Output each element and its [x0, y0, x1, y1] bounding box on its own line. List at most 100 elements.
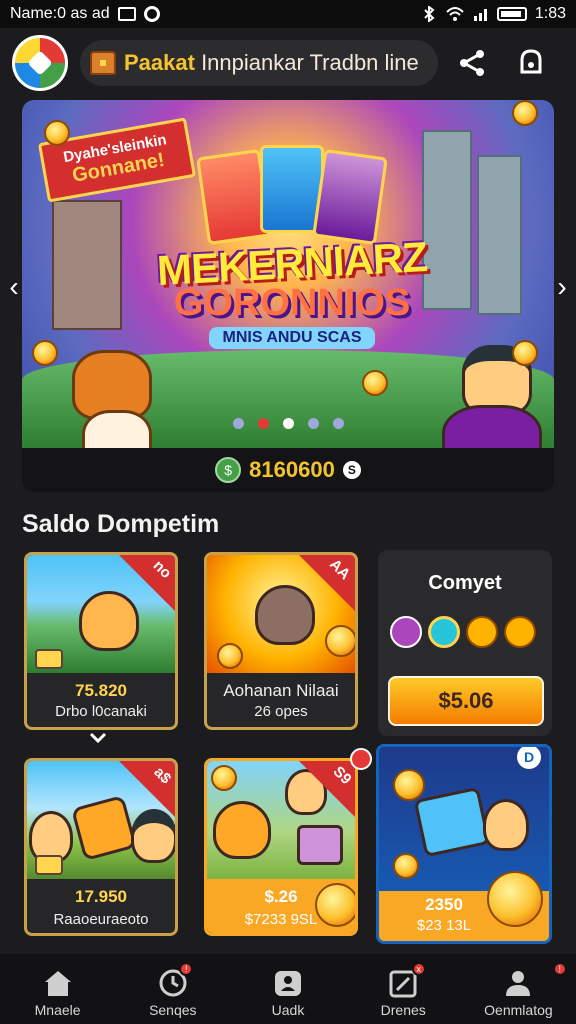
coin-icon: [512, 340, 538, 366]
nav-label: Mnaele: [34, 1002, 81, 1018]
banner-headline: MEKERNIARZ GORONNIOS MNIS ANDU SCAS: [152, 233, 432, 349]
coin-icon: [512, 100, 538, 126]
headline-line3: MNIS ANDU SCAS: [208, 327, 376, 349]
promo-panel: Comyet $5.06: [378, 550, 552, 736]
heart-gift-icon: [390, 616, 422, 648]
card-notification-badge: [350, 748, 372, 770]
card-character: [213, 801, 271, 859]
game-card[interactable]: AA Aohanan Nilaai 26 opes: [204, 552, 358, 730]
app-title-rest: Innpiankar Tradbn line: [194, 50, 419, 75]
card-character: [131, 809, 175, 863]
treasure-chest-icon: [90, 51, 116, 75]
wifi-icon: [446, 7, 464, 21]
card-artwork: S9: [207, 761, 355, 879]
coin-icon: [32, 340, 58, 366]
coin-icon: [217, 643, 243, 669]
nav-label: Uadk: [271, 1002, 305, 1018]
card-badge-icon: [35, 649, 63, 669]
game-card[interactable]: a$ 17.950 Raaoeuraeoto: [24, 758, 178, 936]
nav-item-profile-card[interactable]: Uadk: [230, 954, 345, 1024]
nav-label: Oenmlatog: [484, 1002, 553, 1018]
banner-next-arrow[interactable]: ›: [552, 270, 572, 304]
notification-button[interactable]: [508, 40, 554, 86]
nav-item-account[interactable]: ! Oenmlatog: [461, 954, 576, 1024]
banner-cards: [196, 145, 388, 246]
balance-value: 8160600: [249, 457, 335, 482]
coin-icon: [393, 769, 425, 801]
card-corner-text: a$: [150, 763, 175, 788]
laptop-icon: [413, 786, 491, 858]
share-icon: [460, 50, 484, 76]
balance-row: $ 8160600 S: [22, 448, 554, 492]
dollar-coin-icon: $: [215, 457, 242, 483]
card-corner-text: no: [149, 557, 175, 582]
image-notification-icon: [117, 7, 136, 21]
carousel-dot[interactable]: [332, 418, 344, 429]
section-title: Saldo Dompetim: [22, 510, 220, 538]
coin-icon: [325, 625, 355, 657]
card-corner-tag: a$: [119, 761, 175, 817]
carousel-dot[interactable]: [257, 418, 269, 429]
card-corner-text: AA: [326, 555, 354, 584]
app-screen: Name:0 as ad 1:83 Paakat Innpiankar Trad…: [0, 0, 576, 1024]
game-card[interactable]: no 75.820 Drbo l0canaki: [24, 552, 178, 730]
game-card[interactable]: 2350 $23 13L D: [376, 744, 552, 944]
status-text: Name:0 as ad: [10, 5, 110, 22]
card-price: 17.950: [75, 887, 127, 906]
fox-character-body: [82, 410, 152, 448]
banner-artwork: Dyahe'sleinkin Gonnane! MEKERNIARZ GORON…: [22, 100, 554, 448]
card-artwork: AA: [207, 555, 355, 673]
chevron-down-icon[interactable]: [88, 728, 108, 748]
carousel-dot-active[interactable]: [282, 418, 294, 429]
card-price: 75.820: [75, 681, 127, 700]
check-badge-icon: [428, 616, 460, 648]
app-title: Paakat Innpiankar Tradbn line: [124, 50, 419, 76]
promo-title: Comyet: [428, 572, 502, 594]
banner-card: [312, 148, 388, 246]
info-badge-icon[interactable]: D: [517, 747, 541, 769]
nav-badge: x: [411, 962, 426, 976]
banner-prev-arrow[interactable]: ‹: [4, 270, 24, 304]
promo-buy-button[interactable]: $5.06: [388, 676, 544, 726]
coin-icon: [315, 883, 355, 927]
battery-icon: [496, 7, 527, 21]
title-bar[interactable]: Paakat Innpiankar Tradbn line: [80, 40, 438, 86]
card-artwork: a$: [27, 761, 175, 879]
coin-icon: [362, 370, 388, 396]
card-badge-icon: [35, 855, 63, 875]
currency-coin-icon: S: [342, 461, 361, 479]
game-card[interactable]: S9 $.26 $7233 9SL: [204, 758, 358, 936]
carousel-dot[interactable]: [307, 418, 319, 429]
nav-badge: !: [552, 962, 567, 976]
status-time: 1:83: [534, 5, 566, 22]
nav-item-edit[interactable]: x Drenes: [346, 954, 461, 1024]
promo-banner[interactable]: Dyahe'sleinkin Gonnane! MEKERNIARZ GORON…: [22, 100, 554, 492]
coin-icon: [44, 120, 70, 146]
share-button[interactable]: [450, 40, 496, 86]
bluetooth-icon: [424, 6, 435, 22]
nav-badge: !: [179, 962, 194, 976]
card-price: Aohanan Nilaai: [223, 681, 339, 700]
coin-icon: [393, 853, 419, 879]
card-character: [483, 799, 529, 851]
carousel-dots: [22, 418, 554, 429]
app-logo[interactable]: [12, 35, 68, 91]
card-name: Raaoeuraeoto: [53, 911, 149, 928]
promo-icons: [390, 616, 536, 648]
card-name: Drbo l0canaki: [55, 703, 147, 720]
card-character: [255, 585, 315, 645]
nav-label: Senqes: [149, 1002, 197, 1018]
status-bar: Name:0 as ad 1:83: [0, 0, 576, 28]
home-icon: [44, 971, 71, 996]
nav-item-history[interactable]: ! Senqes: [115, 954, 230, 1024]
card-name: $23 13L: [416, 917, 472, 934]
carousel-dot[interactable]: [232, 418, 244, 429]
bell-icon: [520, 49, 542, 74]
circle-notification-icon: [143, 6, 160, 22]
profile-card-icon: [275, 971, 301, 996]
top-bar: Paakat Innpiankar Tradbn line: [0, 30, 576, 96]
nav-item-home[interactable]: Mnaele: [0, 954, 115, 1024]
card-character: [79, 591, 139, 651]
card-name: 26 opes: [254, 703, 308, 720]
card-corner-text: S9: [329, 762, 355, 789]
